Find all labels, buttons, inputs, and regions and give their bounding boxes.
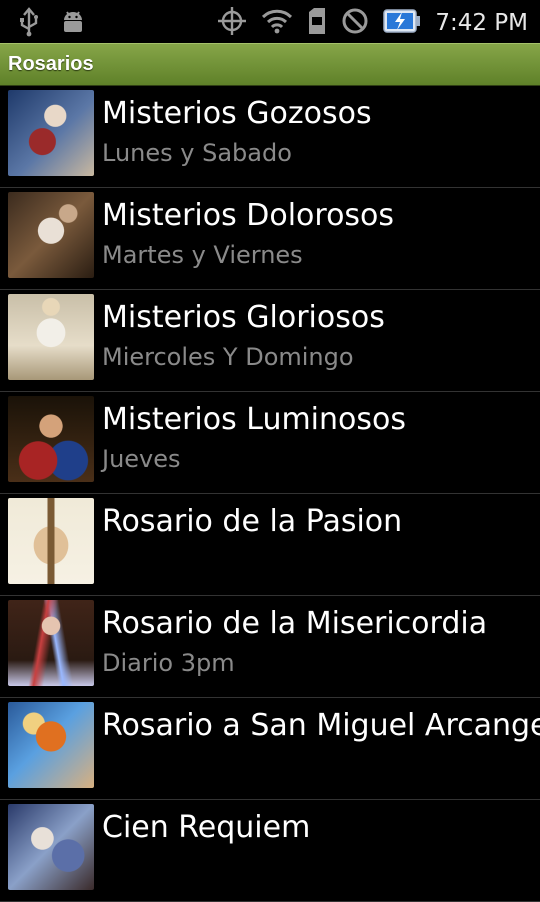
list-item-title: Misterios Dolorosos	[102, 198, 395, 233]
item-thumbnail-image	[8, 294, 94, 380]
list-item-subtitle: Miercoles Y Domingo	[102, 343, 354, 371]
list-item[interactable]: Rosario a San Miguel Arcangel	[0, 698, 540, 800]
item-thumbnail-image	[8, 702, 94, 788]
list-item[interactable]: Cien Requiem	[0, 800, 540, 902]
item-thumbnail-image	[8, 90, 94, 176]
item-thumbnail-image	[8, 804, 94, 890]
android-debug-icon	[60, 8, 86, 40]
list-item-title: Misterios Gloriosos	[102, 300, 385, 335]
title-bar: Rosarios	[0, 43, 540, 86]
list-item-subtitle: Diario 3pm	[102, 649, 235, 677]
item-thumbnail-image	[8, 396, 94, 482]
wifi-icon	[261, 7, 293, 39]
list-item[interactable]: Misterios Luminosos Jueves	[0, 392, 540, 494]
item-thumbnail-image	[8, 498, 94, 584]
battery-charging-icon	[383, 7, 421, 39]
status-right-icons: 7:42 PM	[217, 6, 528, 40]
rosary-list: Misterios Gozosos Lunes y Sabado Misteri…	[0, 86, 540, 902]
list-item[interactable]: Misterios Gozosos Lunes y Sabado	[0, 86, 540, 188]
list-item-title: Cien Requiem	[102, 810, 311, 845]
usb-icon	[18, 7, 40, 41]
no-sound-icon	[341, 7, 369, 39]
list-item-title: Rosario a San Miguel Arcangel	[102, 708, 540, 743]
list-item-title: Rosario de la Pasion	[102, 504, 403, 539]
list-item-subtitle: Martes y Viernes	[102, 241, 303, 269]
item-thumbnail-image	[8, 192, 94, 278]
list-item[interactable]: Misterios Dolorosos Martes y Viernes	[0, 188, 540, 290]
list-item-title: Rosario de la Misericordia	[102, 606, 488, 641]
list-item[interactable]: Misterios Gloriosos Miercoles Y Domingo	[0, 290, 540, 392]
status-bar: 7:42 PM	[0, 0, 540, 43]
list-item-title: Misterios Luminosos	[102, 402, 406, 437]
gps-icon	[217, 6, 247, 40]
list-item-subtitle: Lunes y Sabado	[102, 139, 292, 167]
sd-card-icon	[307, 7, 327, 39]
list-item[interactable]: Rosario de la Misericordia Diario 3pm	[0, 596, 540, 698]
list-item[interactable]: Rosario de la Pasion	[0, 494, 540, 596]
list-item-subtitle: Jueves	[102, 445, 181, 473]
list-item-title: Misterios Gozosos	[102, 96, 372, 131]
item-thumbnail-image	[8, 600, 94, 686]
page-title: Rosarios	[8, 53, 94, 75]
clock-time: 7:42 PM	[435, 10, 528, 36]
status-left-icons	[18, 7, 86, 41]
